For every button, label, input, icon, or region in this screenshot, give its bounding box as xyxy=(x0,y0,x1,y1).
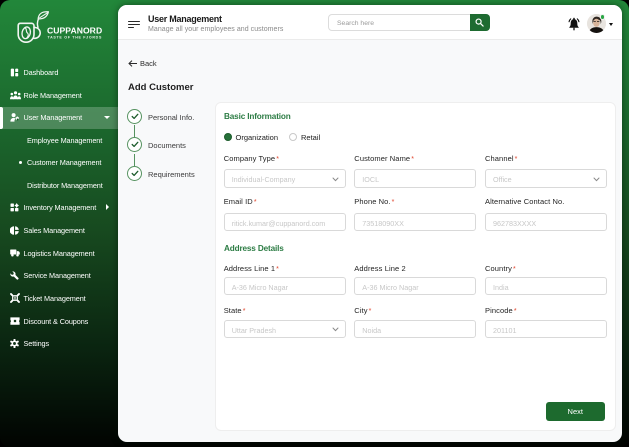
svg-text:CUPPANORD: CUPPANORD xyxy=(47,25,102,35)
svg-text:TASTE OF THE FJORDS: TASTE OF THE FJORDS xyxy=(48,36,103,40)
